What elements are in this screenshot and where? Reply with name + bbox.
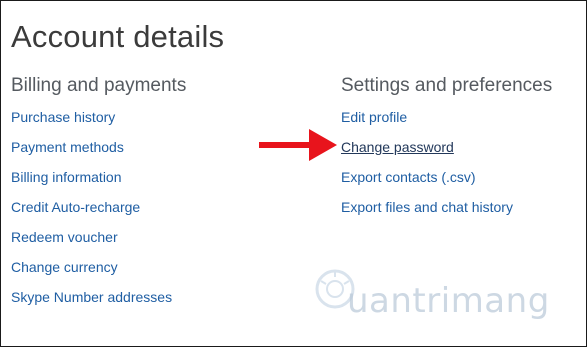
redeem-voucher-link[interactable]: Redeem voucher	[11, 229, 118, 245]
billing-information-link[interactable]: Billing information	[11, 169, 122, 185]
credit-auto-recharge-link[interactable]: Credit Auto-recharge	[11, 199, 140, 215]
export-files-chat-history-link[interactable]: Export files and chat history	[341, 199, 513, 215]
purchase-history-link[interactable]: Purchase history	[11, 109, 115, 125]
account-details-panel: Account details Billing and payments Pur…	[0, 0, 587, 347]
page-title: Account details	[11, 19, 225, 54]
red-arrow-icon	[259, 129, 337, 161]
skype-number-addresses-link[interactable]: Skype Number addresses	[11, 289, 172, 305]
watermark-text: uantrimang	[347, 281, 550, 321]
settings-section-title: Settings and preferences	[341, 75, 553, 96]
payment-methods-link[interactable]: Payment methods	[11, 139, 124, 155]
settings-links: Edit profile Change password Export cont…	[341, 107, 513, 227]
change-password-link[interactable]: Change password	[341, 139, 454, 155]
billing-links: Purchase history Payment methods Billing…	[11, 107, 172, 317]
export-contacts-link[interactable]: Export contacts (.csv)	[341, 169, 476, 185]
edit-profile-link[interactable]: Edit profile	[341, 109, 407, 125]
change-currency-link[interactable]: Change currency	[11, 259, 118, 275]
billing-section-title: Billing and payments	[11, 75, 187, 96]
